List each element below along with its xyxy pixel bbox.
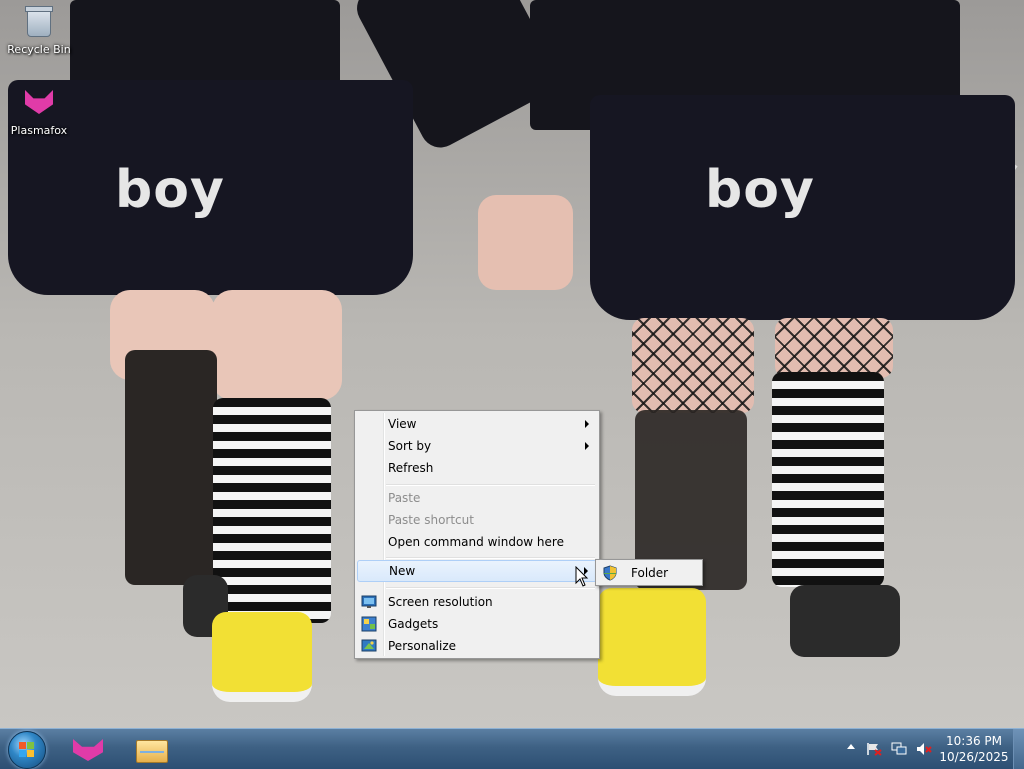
wallpaper-right-shoe-dark bbox=[790, 585, 900, 657]
wallpaper-hands bbox=[478, 195, 573, 290]
submenu-arrow-icon bbox=[585, 420, 589, 428]
wallpaper-left-sock-striped bbox=[213, 398, 331, 623]
menu-item-screen-resolution-label: Screen resolution bbox=[388, 595, 493, 609]
show-desktop-button[interactable] bbox=[1013, 729, 1024, 769]
plasmafox-desktop-icon[interactable]: Plasmafox bbox=[2, 86, 76, 137]
wallpaper-left-sock-dark bbox=[125, 350, 217, 585]
menu-item-view-label: View bbox=[388, 417, 417, 431]
windows-logo-icon bbox=[19, 742, 35, 758]
show-hidden-icons-button[interactable] bbox=[847, 744, 855, 749]
taskbar-plasmafox-button[interactable] bbox=[60, 731, 116, 767]
folder-shield-icon bbox=[603, 565, 617, 581]
wallpaper-right-skirt-text: boy bbox=[705, 160, 815, 220]
wallpaper-left-skirt-text: boy bbox=[115, 160, 225, 220]
recycle-bin-label: Recycle Bin bbox=[7, 43, 71, 56]
wallpaper-left-leg-2 bbox=[212, 290, 342, 400]
action-center-flag-icon[interactable] bbox=[866, 742, 882, 756]
menu-item-paste-label: Paste bbox=[388, 491, 421, 505]
wallpaper-right-shoe-yellow bbox=[598, 588, 706, 696]
menu-item-new-label: New bbox=[389, 564, 416, 578]
menu-item-view[interactable]: View bbox=[357, 413, 597, 435]
menu-item-personalize[interactable]: Personalize bbox=[357, 635, 597, 657]
wallpaper-right-leg-fishnet-1 bbox=[632, 318, 754, 413]
plasmafox-label: Plasmafox bbox=[10, 124, 68, 137]
system-clock[interactable]: 10:36 PM 10/26/2025 bbox=[936, 733, 1012, 765]
menu-item-gadgets[interactable]: Gadgets bbox=[357, 613, 597, 635]
wallpaper-right-sock-striped bbox=[772, 372, 884, 587]
network-icon[interactable] bbox=[891, 742, 907, 756]
menu-separator bbox=[386, 484, 595, 486]
new-submenu: Folder bbox=[595, 559, 703, 586]
windows-explorer-icon bbox=[136, 740, 168, 763]
menu-item-refresh[interactable]: Refresh bbox=[357, 457, 597, 479]
menu-item-paste-shortcut-label: Paste shortcut bbox=[388, 513, 474, 527]
wallpaper-left-shoe-yellow bbox=[212, 612, 312, 702]
volume-muted-icon[interactable] bbox=[916, 742, 932, 756]
submenu-arrow-icon bbox=[585, 442, 589, 450]
menu-item-paste-shortcut[interactable]: Paste shortcut bbox=[357, 509, 597, 531]
wallpaper-right-leg-fishnet-2 bbox=[775, 318, 893, 378]
clock-time: 10:36 PM bbox=[946, 734, 1002, 748]
menu-item-paste[interactable]: Paste bbox=[357, 487, 597, 509]
menu-item-gadgets-label: Gadgets bbox=[388, 617, 439, 631]
gadgets-icon bbox=[361, 616, 377, 632]
menu-separator bbox=[386, 587, 595, 589]
recycle-bin-desktop-icon[interactable]: Recycle Bin bbox=[2, 6, 76, 56]
menu-item-personalize-label: Personalize bbox=[388, 639, 457, 653]
taskbar: 10:36 PM 10/26/2025 bbox=[0, 728, 1024, 769]
desktop-context-menu: View Sort by Refresh Paste Paste shortcu… bbox=[354, 410, 600, 659]
plasmafox-taskbar-icon bbox=[73, 739, 103, 761]
screen-resolution-icon bbox=[361, 595, 377, 608]
submenu-item-folder[interactable]: Folder bbox=[598, 562, 700, 584]
clock-date: 10/26/2025 bbox=[939, 750, 1009, 764]
menu-item-open-command-window-label: Open command window here bbox=[388, 535, 564, 549]
menu-item-sort-by-label: Sort by bbox=[388, 439, 432, 453]
menu-item-screen-resolution[interactable]: Screen resolution bbox=[357, 591, 597, 613]
personalize-icon bbox=[361, 639, 377, 652]
menu-item-refresh-label: Refresh bbox=[388, 461, 434, 475]
menu-item-new[interactable]: New bbox=[357, 560, 597, 582]
taskbar-explorer-button[interactable] bbox=[122, 731, 178, 767]
submenu-item-folder-label: Folder bbox=[631, 566, 669, 580]
menu-item-sort-by[interactable]: Sort by bbox=[357, 435, 597, 457]
wallpaper-left-torso bbox=[70, 0, 340, 90]
start-button[interactable] bbox=[8, 731, 46, 769]
menu-separator bbox=[386, 557, 595, 559]
recycle-bin-icon bbox=[23, 6, 55, 41]
plasmafox-icon bbox=[23, 90, 55, 122]
menu-item-open-command-window[interactable]: Open command window here bbox=[357, 531, 597, 553]
